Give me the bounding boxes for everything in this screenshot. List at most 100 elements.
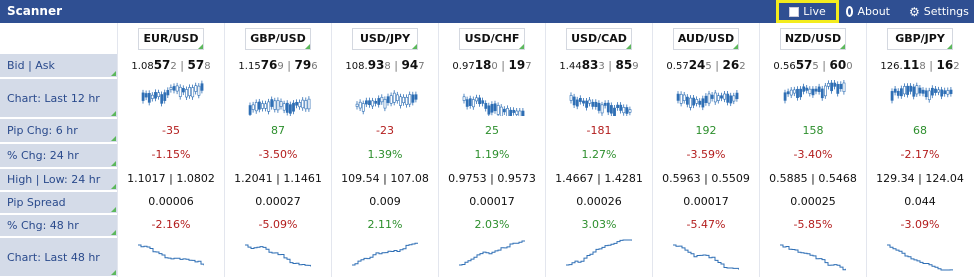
high-low-24hr: 1.1017 | 1.0802	[118, 172, 224, 185]
candle-body	[811, 88, 815, 96]
high-24hr: 0.5885	[769, 172, 808, 185]
candle-body	[160, 94, 164, 104]
bid-fraction: 5	[812, 61, 819, 72]
candle-body	[817, 86, 821, 92]
candle-body	[484, 103, 488, 109]
candle-body	[603, 102, 607, 106]
bid-ask-quote: 108.938 | 947	[332, 58, 438, 72]
chart-48hr[interactable]	[887, 237, 953, 273]
candle-body	[934, 88, 937, 93]
chart-48hr[interactable]	[780, 237, 846, 273]
candle-body	[909, 85, 913, 92]
ask-pips: 94	[401, 58, 419, 72]
candle-body	[613, 107, 616, 116]
candle-body	[808, 88, 812, 94]
candle-body	[619, 104, 623, 111]
candle-body	[793, 89, 796, 94]
candle-body	[307, 98, 311, 110]
candle-body	[896, 90, 900, 96]
pair-name-button[interactable]: USD/CAD	[566, 28, 632, 50]
bid-ask-quote: 1.08572 | 578	[118, 58, 224, 72]
ask-fraction: 8	[204, 61, 211, 72]
high-24hr: 1.1017	[127, 172, 166, 185]
candle-body	[151, 94, 154, 99]
pip-change-6hr: 68	[913, 124, 927, 137]
candle-body	[833, 82, 837, 87]
ask-pips: 85	[615, 58, 633, 72]
live-square-icon	[789, 6, 800, 17]
bid-pips: 57	[795, 58, 813, 72]
candle-body	[279, 101, 283, 107]
candle-body	[380, 96, 384, 103]
candle-body	[264, 103, 268, 109]
ask-pips: 57	[187, 58, 205, 72]
settings-button[interactable]: ⚙ Settings	[905, 1, 974, 22]
bid-fraction: 2	[170, 61, 177, 72]
pair-name-button[interactable]: USD/JPY	[352, 28, 418, 50]
chart-12hr[interactable]	[247, 78, 311, 116]
candle-body	[282, 103, 286, 111]
pair-column: EUR/USD 1.08572 | 578 -35 -1.15% 1.1017 …	[117, 23, 224, 277]
candle-body	[487, 105, 491, 115]
chart-12hr[interactable]	[140, 78, 204, 116]
high-24hr: 1.2041	[234, 172, 273, 185]
candle-body	[786, 91, 790, 95]
pair-name-button[interactable]: AUD/USD	[673, 28, 739, 50]
ask-fraction: 2	[953, 61, 960, 72]
ask-fraction: 0	[846, 61, 853, 72]
about-button[interactable]: About	[842, 1, 894, 22]
bid-pips: 57	[153, 58, 171, 72]
pct-change-24hr: -2.17%	[900, 148, 940, 161]
pair-name-button[interactable]: EUR/USD	[138, 28, 204, 50]
chart-12hr[interactable]	[568, 78, 632, 116]
pair-name-button[interactable]: NZD/USD	[780, 28, 846, 50]
chart-48hr[interactable]	[566, 237, 632, 273]
candle-body	[392, 92, 396, 103]
bid-ask-quote: 0.56575 | 600	[760, 58, 866, 72]
candle-body	[197, 85, 201, 96]
candle-body	[723, 93, 727, 100]
pair-name-button[interactable]: GBP/JPY	[887, 28, 953, 50]
chart-12hr[interactable]	[461, 78, 525, 116]
candle-body	[361, 103, 365, 112]
chart-48hr[interactable]	[138, 237, 204, 273]
pair-name-button[interactable]: USD/CHF	[459, 28, 525, 50]
chart-12hr[interactable]	[889, 78, 953, 116]
chart-48hr[interactable]	[459, 237, 525, 273]
chart-48hr[interactable]	[673, 237, 739, 273]
chart-12hr[interactable]	[675, 78, 739, 116]
candle-body	[521, 110, 525, 116]
pct-change-48hr: 2.11%	[367, 218, 403, 231]
candle-body	[732, 95, 736, 102]
live-button[interactable]: Live	[776, 0, 839, 23]
candle-body	[701, 98, 705, 108]
pair-name-button[interactable]: GBP/USD	[245, 28, 311, 50]
candle-body	[591, 101, 595, 107]
candle-body	[267, 101, 271, 112]
candle-body	[823, 85, 827, 97]
candle-body	[582, 100, 585, 104]
candle-body	[839, 83, 843, 90]
chart-12hr[interactable]	[782, 78, 846, 116]
candle-body	[141, 92, 145, 101]
candle-body	[802, 86, 806, 92]
high-24hr: 109.54	[341, 172, 380, 185]
candle-body	[285, 102, 289, 113]
sparkline-path	[566, 239, 632, 266]
candle-body	[927, 90, 931, 100]
candle-body	[301, 99, 305, 109]
high-low-24hr: 0.5963 | 0.5509	[653, 172, 759, 185]
candle-body	[144, 93, 148, 98]
label-bid-ask: Bid | Ask	[0, 54, 117, 78]
candle-body	[515, 110, 519, 115]
label-pct-chg-24hr: % Chg: 24 hr	[0, 144, 117, 168]
sparkline-path	[673, 244, 739, 270]
chart-48hr[interactable]	[245, 237, 311, 273]
pip-change-6hr: -35	[162, 124, 180, 137]
pct-change-48hr: -3.09%	[900, 218, 940, 231]
sparkline-path	[887, 244, 953, 271]
chart-12hr[interactable]	[354, 78, 418, 116]
chart-48hr[interactable]	[352, 237, 418, 273]
candle-body	[465, 99, 469, 107]
candle-body	[830, 82, 834, 92]
